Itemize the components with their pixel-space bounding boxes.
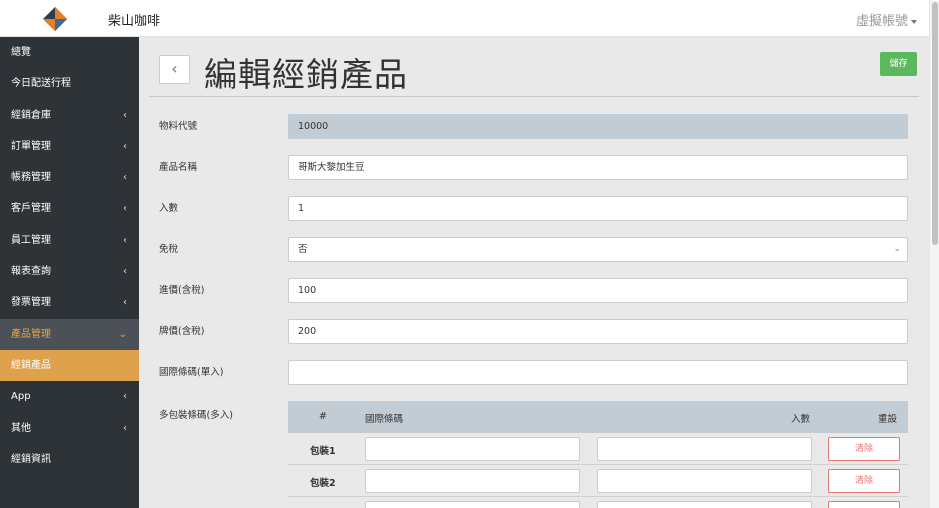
material-code-field: 10000 (288, 114, 908, 139)
page-scrollbar[interactable] (929, 0, 939, 508)
sidebar-item-dealer-products[interactable]: 經銷產品 (0, 349, 139, 382)
purchase-price-label: 進價(含稅) (159, 285, 205, 296)
sidebar-item-label: 員工管理 (11, 234, 51, 246)
package-name: 包裝2 (310, 478, 336, 489)
list-price-label: 牌價(含稅) (159, 326, 205, 337)
product-name-row: 產品名稱 哥斯大黎加生豆 (159, 155, 909, 180)
tax-free-row: 免稅 否 ⌄ (159, 237, 909, 262)
package-qty-input[interactable] (597, 501, 812, 508)
quantity-row: 入數 1 (159, 196, 909, 221)
quantity-field[interactable]: 1 (288, 196, 908, 221)
table-row: 包裝2 清除 (288, 465, 908, 497)
package-barcodes-label: 多包裝條碼(多入) (159, 410, 233, 421)
brand-name[interactable]: 柴山咖啡 (108, 10, 160, 29)
page-header: ‹ 編輯經銷產品 儲存 (149, 37, 919, 97)
chevron-down-icon: ⌄ (893, 244, 901, 254)
purchase-price-row: 進價(含稅) 100 (159, 278, 909, 303)
package-barcode-input[interactable] (365, 469, 580, 493)
purchase-price-field[interactable]: 100 (288, 278, 908, 303)
save-button[interactable]: 儲存 (880, 52, 917, 76)
sidebar-item-invoices[interactable]: 發票管理 ‹ (0, 287, 139, 318)
quantity-label: 入數 (159, 203, 179, 214)
column-header-reset: 重設 (878, 414, 898, 425)
sidebar-item-label: 總覽 (11, 47, 31, 58)
chevron-left-icon: ‹ (123, 266, 127, 278)
product-name-field[interactable]: 哥斯大黎加生豆 (288, 155, 908, 180)
main-content: ‹ 編輯經銷產品 儲存 物料代號 10000 產品名稱 哥斯大黎加生豆 入數 1… (139, 37, 929, 508)
list-price-field[interactable]: 200 (288, 319, 908, 344)
sidebar-item-dealer-info[interactable]: 經銷資訊 (0, 444, 139, 475)
sidebar-item-employees[interactable]: 員工管理 ‹ (0, 225, 139, 256)
sidebar-item-label: 帳務管理 (11, 172, 51, 184)
package-barcode-input[interactable] (365, 437, 580, 461)
chevron-left-icon: ‹ (123, 203, 127, 215)
sidebar-item-products[interactable]: 產品管理 ⌄ (0, 318, 139, 350)
sidebar-item-label: 經銷資訊 (11, 453, 51, 465)
tax-free-value: 否 (298, 244, 308, 255)
top-navbar: 柴山咖啡 虛擬帳號 (0, 0, 929, 37)
sidebar-item-label: 今日配送行程 (11, 78, 71, 90)
chevron-left-icon: ‹ (123, 234, 127, 246)
barcode-single-row: 國際條碼(單入) (159, 360, 909, 385)
sidebar-item-accounts[interactable]: 帳務管理 ‹ (0, 162, 139, 193)
sidebar-item-reports[interactable]: 報表查詢 ‹ (0, 256, 139, 287)
sidebar-item-other[interactable]: 其他 ‹ (0, 413, 139, 444)
list-price-row: 牌價(含稅) 200 (159, 319, 909, 344)
column-header-qty: 入數 (791, 414, 811, 425)
back-button[interactable]: ‹ (159, 55, 190, 84)
user-name: 虛擬帳號 (855, 14, 908, 29)
sidebar-item-label: 產品管理 (11, 328, 51, 340)
package-barcode-input[interactable] (365, 501, 580, 508)
sidebar-item-label: 訂單管理 (11, 140, 51, 152)
clear-button[interactable]: 清除 (828, 437, 900, 461)
chevron-left-icon: ‹ (123, 109, 127, 121)
chevron-left-icon: ‹ (123, 422, 127, 434)
sidebar-item-orders[interactable]: 訂單管理 ‹ (0, 131, 139, 162)
sidebar-item-label: 發票管理 (11, 297, 51, 309)
sidebar-item-overview[interactable]: 總覽 (0, 37, 139, 68)
package-qty-input[interactable] (597, 469, 812, 493)
brand-logo-icon[interactable] (42, 6, 68, 32)
column-header-number: # (319, 411, 327, 422)
sidebar-item-label: App (11, 391, 31, 403)
sidebar-item-today-delivery[interactable]: 今日配送行程 (0, 68, 139, 99)
barcode-single-label: 國際條碼(單入) (159, 367, 224, 378)
sidebar-item-label: 經銷倉庫 (11, 109, 51, 121)
caret-down-icon (911, 19, 917, 24)
material-code-row: 物料代號 10000 (159, 114, 909, 139)
chevron-left-icon: ‹ (123, 140, 127, 152)
page-title: 編輯經銷產品 (204, 55, 408, 94)
user-account-menu[interactable]: 虛擬帳號 (856, 10, 917, 29)
package-name: 包裝1 (310, 446, 336, 457)
table-header: # 國際條碼 入數 重設 (288, 401, 908, 433)
table-row (288, 497, 908, 508)
sidebar-item-label: 報表查詢 (11, 266, 51, 278)
tax-free-label: 免稅 (159, 244, 179, 255)
chevron-left-icon: ‹ (123, 172, 127, 184)
chevron-left-icon: ‹ (123, 391, 127, 403)
product-name-label: 產品名稱 (159, 162, 198, 173)
sidebar-item-warehouse[interactable]: 經銷倉庫 ‹ (0, 100, 139, 131)
sidebar-item-label: 經銷產品 (11, 359, 51, 371)
package-barcodes-table: # 國際條碼 入數 重設 包裝1 清除 包裝2 清除 (288, 401, 908, 508)
material-code-label: 物料代號 (159, 121, 198, 132)
sidebar: 總覽 今日配送行程 經銷倉庫 ‹ 訂單管理 ‹ 帳務管理 ‹ 客戶管理 ‹ 員工管理 ‹ … (0, 37, 139, 508)
scrollbar-thumb[interactable] (932, 2, 938, 245)
tax-free-select[interactable]: 否 ⌄ (288, 237, 908, 262)
table-row: 包裝1 清除 (288, 433, 908, 465)
chevron-left-icon: ‹ (123, 297, 127, 309)
sidebar-item-app[interactable]: App ‹ (0, 381, 139, 412)
sidebar-item-label: 客戶管理 (11, 203, 51, 215)
clear-button[interactable] (828, 501, 900, 508)
sidebar-item-customers[interactable]: 客戶管理 ‹ (0, 193, 139, 224)
package-qty-input[interactable] (597, 437, 812, 461)
column-header-barcode: 國際條碼 (365, 414, 404, 425)
barcode-single-field[interactable] (288, 360, 908, 385)
chevron-down-icon: ⌄ (118, 328, 127, 340)
clear-button[interactable]: 清除 (828, 469, 900, 493)
sidebar-item-label: 其他 (11, 422, 31, 434)
